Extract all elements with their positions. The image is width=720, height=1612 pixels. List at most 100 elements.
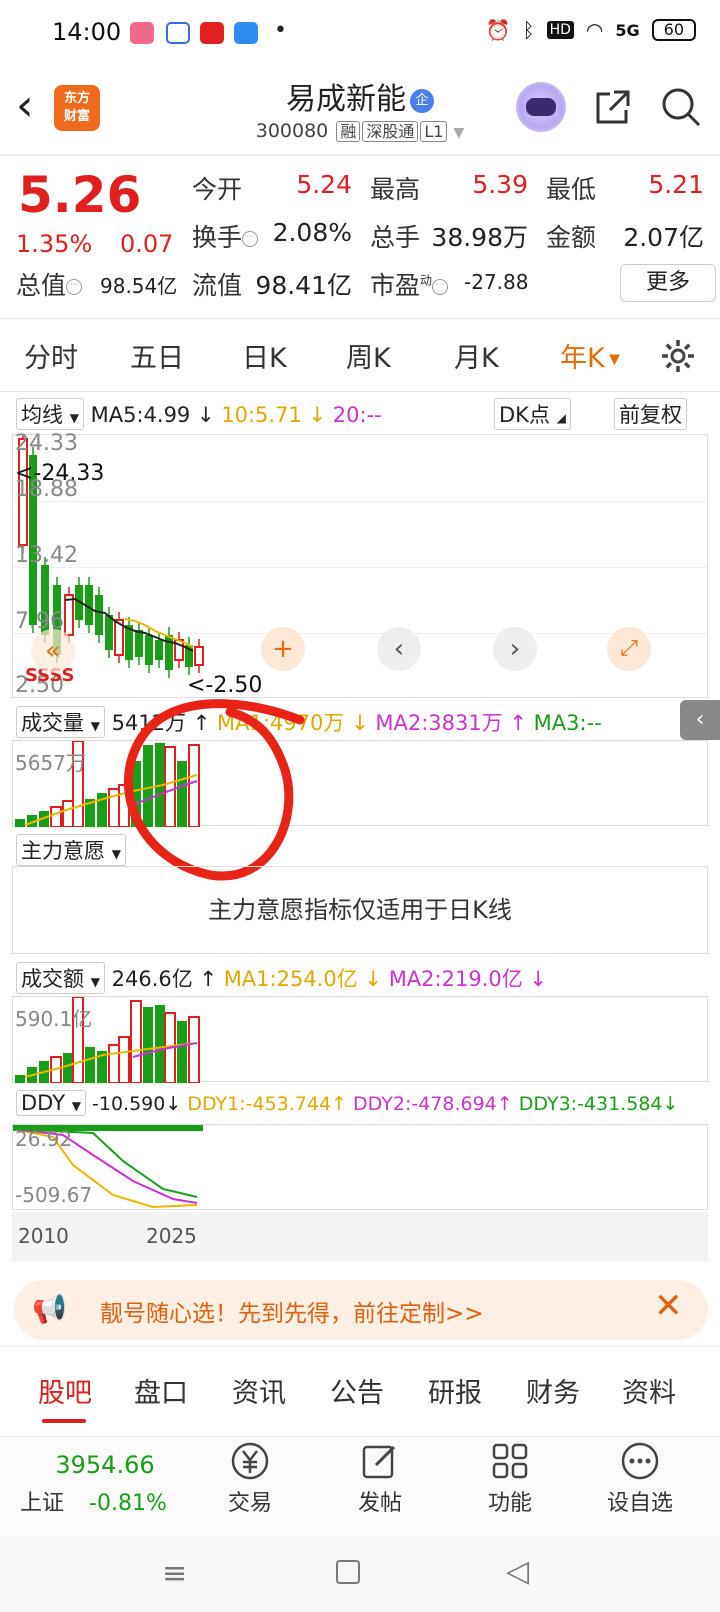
plus-icon[interactable]: + xyxy=(261,627,305,671)
volume-bar-up xyxy=(50,806,62,828)
back-nav-icon[interactable]: ◁ xyxy=(506,1554,529,1589)
low-value: 5.21 xyxy=(648,170,704,199)
current-price: 5.26 xyxy=(18,166,142,224)
amount-ma2: MA2:219.0亿 ↓ xyxy=(388,967,548,991)
fullscreen-icon[interactable]: ⤢ xyxy=(607,627,651,671)
y-label-top: 24.33 xyxy=(15,431,78,456)
volume-selector[interactable]: 成交量 ▼ xyxy=(16,706,105,738)
bluetooth-icon: ᛒ xyxy=(522,18,535,42)
x-label-end: 2025 xyxy=(146,1224,197,1248)
ddy-indicator-row: DDY ▼ -10.590↓ DDY1:-453.744↑ DDY2:-478.… xyxy=(16,1090,678,1116)
amount-ma1: MA1:254.0亿 ↓ xyxy=(223,967,389,991)
candle-down xyxy=(155,640,163,660)
ddy-chart: 26.92 -509.67 xyxy=(12,1124,708,1210)
ai-assistant-icon[interactable] xyxy=(516,82,566,132)
stock-header: ‹ 东方 财富 易成新能企 300080 融深股通 L1 ▼ xyxy=(0,68,720,154)
more-notifications-icon: • xyxy=(274,18,287,43)
amount-bar-down xyxy=(143,1007,153,1083)
info-icon[interactable]: ··· xyxy=(242,231,259,247)
amount-bar-up xyxy=(188,1016,200,1084)
change-amount: 0.07 xyxy=(120,230,174,258)
tab-announcements[interactable]: 公告 xyxy=(330,1371,384,1410)
zoom-out-icon[interactable]: « xyxy=(31,629,75,673)
tab-news[interactable]: 资讯 xyxy=(232,1371,286,1410)
add-watchlist-button[interactable]: 设自选 xyxy=(590,1441,690,1517)
tab-profile[interactable]: 资料 xyxy=(622,1371,676,1410)
share-icon[interactable] xyxy=(592,88,632,128)
candle-up xyxy=(64,594,74,636)
dropdown-icon[interactable]: ▼ xyxy=(453,125,464,141)
tab-month-k[interactable]: 月K xyxy=(454,336,499,375)
kline-svg xyxy=(18,435,204,678)
gear-icon[interactable] xyxy=(660,338,696,374)
menu-icon[interactable]: ≡ xyxy=(162,1556,187,1591)
index-value: 3954.66 xyxy=(55,1451,155,1479)
amount-value: 246.6亿 xyxy=(111,967,193,991)
trade-icon xyxy=(231,1442,269,1480)
tab-guba[interactable]: 股吧 xyxy=(38,1371,92,1410)
amount-chart: 590.1亿 xyxy=(12,996,708,1084)
stock-name: 易成新能 xyxy=(286,82,406,117)
pe-label: 市盈动 ··· xyxy=(370,266,449,302)
pe-value: -27.88 xyxy=(464,270,529,294)
ma-selector[interactable]: 均线 ▼ xyxy=(16,398,84,430)
system-navigation: ≡ ◁ xyxy=(0,1536,720,1612)
ddy2-value: DDY2:-478.694↑ xyxy=(353,1093,519,1115)
amount-indicator-row: 成交额 ▼ 246.6亿 ↑ MA1:254.0亿 ↓ MA2:219.0亿 ↓ xyxy=(16,962,547,994)
close-icon[interactable]: ✕ xyxy=(654,1286,683,1326)
info-icon[interactable]: ··· xyxy=(66,279,83,295)
post-button[interactable]: 发帖 xyxy=(330,1441,430,1517)
stock-code: 300080 xyxy=(255,120,329,142)
tab-pankou[interactable]: 盘口 xyxy=(134,1371,188,1410)
prev-icon[interactable]: ‹ xyxy=(377,627,421,671)
amount-label: 金额 xyxy=(546,223,597,252)
collapse-panel-icon[interactable]: ‹ xyxy=(680,700,720,740)
feather-app-icon xyxy=(234,22,258,44)
dk-point-button[interactable]: DK点 ◢ xyxy=(494,398,571,430)
high-value: 5.39 xyxy=(472,170,528,199)
total-cap-label: 总值 ··· xyxy=(16,266,83,302)
features-button[interactable]: 功能 xyxy=(460,1441,560,1517)
trade-button[interactable]: 交易 xyxy=(200,1441,300,1517)
info-icon[interactable]: ··· xyxy=(432,279,449,295)
ma20-value: 20:-- xyxy=(332,403,382,427)
battery-icon: 60 xyxy=(651,19,696,41)
ddy1-value: DDY1:-453.744↑ xyxy=(187,1093,354,1115)
open-label: 今开 xyxy=(192,175,243,204)
main-intent-selector[interactable]: 主力意愿 ▼ xyxy=(16,834,126,866)
promo-banner[interactable]: 📢 靓号随心选！先到先得，前往定制>> ✕ xyxy=(14,1280,708,1340)
tab-day-k[interactable]: 日K xyxy=(242,336,287,375)
float-cap-label: 流值 xyxy=(192,271,243,300)
amount-selector[interactable]: 成交额 ▼ xyxy=(16,962,105,994)
enterprise-badge: 企 xyxy=(410,88,434,113)
promo-text: 靓号随心选！先到先得，前往定制>> xyxy=(100,1301,484,1327)
next-icon[interactable]: › xyxy=(493,627,537,671)
index-change: -0.81% xyxy=(89,1491,167,1516)
volume-ma2: MA2:3831万 ↑ xyxy=(375,711,534,735)
index-ticker[interactable]: 3954.66 上证 -0.81% xyxy=(20,1451,190,1517)
home-icon[interactable] xyxy=(336,1560,360,1584)
search-icon[interactable] xyxy=(660,86,702,128)
tab-intraday[interactable]: 分时 xyxy=(24,336,78,375)
y-label-3: 13.42 xyxy=(15,543,78,568)
open-value: 5.24 xyxy=(296,170,352,199)
ddy3-value: DDY3:-431.584↓ xyxy=(518,1093,679,1115)
ma-indicator-row: 均线 ▼ MA5:4.99 ↓ 10:5.71 ↓ 20:-- xyxy=(16,398,382,430)
tab-finance[interactable]: 财务 xyxy=(526,1371,580,1410)
ddy-selector[interactable]: DDY ▼ xyxy=(16,1090,86,1116)
content-tabs: 股吧 盘口 资讯 公告 研报 财务 资料 xyxy=(0,1346,720,1436)
level-tag: L1 xyxy=(420,121,448,142)
baidu-icon xyxy=(166,22,190,44)
candle-up xyxy=(194,646,204,666)
volume-ma3: MA3:-- xyxy=(533,711,602,735)
tab-week-k[interactable]: 周K xyxy=(346,336,391,375)
more-button[interactable]: 更多 xyxy=(620,264,716,302)
tab-reports[interactable]: 研报 xyxy=(428,1371,482,1410)
megaphone-icon: 📢 xyxy=(32,1292,67,1325)
status-bar: 14:00 • ⏰ ᛒ HD ◠ 5G 60 xyxy=(0,0,720,68)
main-intent-tip: 主力意愿指标仅适用于日K线 xyxy=(12,866,708,954)
tab-year-k[interactable]: 年K ▼ xyxy=(560,336,620,375)
adjust-button[interactable]: 前复权 xyxy=(614,398,687,430)
tab-five-day[interactable]: 五日 xyxy=(130,336,184,375)
candle-down xyxy=(95,595,103,635)
